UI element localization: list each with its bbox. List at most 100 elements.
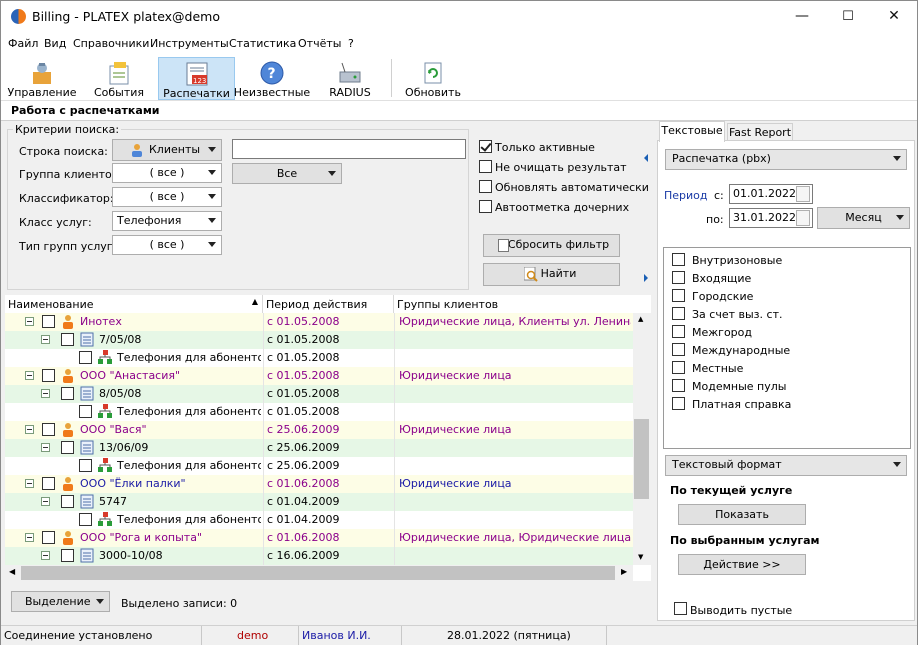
table-row[interactable]: 13/06/09 с 25.06.2009 [5,439,633,457]
call-type-checkbox[interactable] [672,325,685,338]
expand-left-icon[interactable] [642,153,650,163]
table-row[interactable]: 7/05/08 с 01.05.2008 [5,331,633,349]
menu-file[interactable]: Файл [8,37,38,50]
tab-fast-report[interactable]: Fast Report [727,123,793,141]
table-row[interactable]: Телефония для абонентов с 01.04.2009 [5,511,633,529]
printout-type-dropdown[interactable]: Распечатка (pbx) [665,149,907,170]
call-type-checkbox[interactable] [672,271,685,284]
find-button[interactable]: Найти [483,263,620,286]
tab-text[interactable]: Текстовые [659,121,725,142]
scrollbar-thumb[interactable] [21,566,615,580]
auto-mark-checkbox[interactable] [479,200,492,213]
output-empty-checkbox[interactable] [674,602,687,615]
scroll-down-icon[interactable]: ▼ [638,553,643,561]
vertical-scrollbar[interactable]: ▲ ▼ [633,313,651,565]
column-header-period[interactable]: Период действия [263,295,394,315]
client-group-filter-dropdown[interactable]: Все [232,163,342,184]
call-type-checkbox[interactable] [672,343,685,356]
call-type-checkbox[interactable] [672,379,685,392]
minimize-button[interactable]: — [779,1,825,33]
expand-right-icon[interactable] [642,273,650,283]
row-checkbox[interactable] [61,495,74,508]
row-checkbox[interactable] [42,315,55,328]
row-checkbox[interactable] [61,387,74,400]
classifier-dropdown[interactable]: ( все ) [112,187,222,207]
service-class-dropdown[interactable]: Телефония [112,211,222,231]
auto-update-checkbox[interactable] [479,180,492,193]
table-row[interactable]: ООО "Анастасия" с 01.05.2008 Юридические л… [5,367,633,385]
row-checkbox[interactable] [42,477,55,490]
no-clear-checkbox[interactable] [479,160,492,173]
row-checkbox[interactable] [79,405,92,418]
only-active-checkbox[interactable] [479,140,492,153]
period-from-input[interactable]: 01.01.2022 [729,184,813,204]
table-row[interactable]: Телефония для абонентов с 01.05.2008 [5,349,633,367]
table-row[interactable]: Телефония для абонентов с 01.05.2008 [5,403,633,421]
menu-tools[interactable]: Инструменты [150,37,229,50]
table-row[interactable]: 3000-10/08 с 16.06.2009 [5,547,633,565]
row-checkbox[interactable] [61,333,74,346]
period-to-input[interactable]: 31.01.2022 [729,208,813,228]
row-checkbox[interactable] [79,459,92,472]
call-type-checkbox[interactable] [672,361,685,374]
action-button[interactable]: Действие >> [678,554,806,575]
collapse-icon[interactable] [41,443,50,452]
column-header-groups[interactable]: Группы клиентов [394,295,651,315]
toolbar-printouts-button[interactable]: 123 Распечатки [158,57,235,100]
menu-references[interactable]: Справочники [73,37,149,50]
collapse-icon[interactable] [25,533,34,542]
collapse-icon[interactable] [41,497,50,506]
scrollbar-thumb[interactable] [634,419,649,499]
row-checkbox[interactable] [42,423,55,436]
close-button[interactable]: ✕ [871,1,917,33]
toolbar-events-button[interactable]: События [83,57,155,100]
collapse-icon[interactable] [41,335,50,344]
format-dropdown[interactable]: Текстовый формат [665,455,907,476]
row-checkbox[interactable] [42,531,55,544]
call-type-checkbox[interactable] [672,397,685,410]
call-type-checkbox[interactable] [672,253,685,266]
table-row[interactable]: ООО "Вася" с 25.06.2009 Юридические лица [5,421,633,439]
table-row[interactable]: 8/05/08 с 01.05.2008 [5,385,633,403]
show-button[interactable]: Показать [678,504,806,525]
toolbar-unknown-button[interactable]: ? Неизвестные [233,57,311,100]
period-unit-dropdown[interactable]: Месяц [817,207,910,229]
calendar-dropdown-icon[interactable] [796,186,810,202]
menu-reports[interactable]: Отчёты [298,37,341,50]
toolbar-refresh-button[interactable]: Обновить [397,57,469,100]
row-checkbox[interactable] [61,549,74,562]
menu-statistics[interactable]: Статистика [229,37,296,50]
table-row[interactable]: 5747 с 01.04.2009 [5,493,633,511]
client-group-dropdown[interactable]: ( все ) [112,163,222,183]
search-mode-dropdown[interactable]: Клиенты [112,139,222,161]
column-header-name[interactable]: Наименование ▲ [5,295,263,315]
search-input[interactable] [232,139,466,159]
row-checkbox[interactable] [42,369,55,382]
toolbar-management-button[interactable]: Управление [5,57,79,100]
row-checkbox[interactable] [79,513,92,526]
scroll-up-icon[interactable]: ▲ [638,315,643,323]
table-row[interactable]: Инотех с 01.05.2008 Юридические лица, Клие… [5,313,633,331]
table-row[interactable]: Телефония для абонентов с 25.06.2009 [5,457,633,475]
collapse-icon[interactable] [25,479,34,488]
horizontal-scrollbar[interactable]: ◀ ▶ [5,565,633,581]
collapse-icon[interactable] [25,425,34,434]
reset-filter-button[interactable]: Сбросить фильтр [483,234,620,257]
row-checkbox[interactable] [79,351,92,364]
collapse-icon[interactable] [41,551,50,560]
collapse-icon[interactable] [41,389,50,398]
calendar-dropdown-icon[interactable] [796,210,810,226]
call-type-checkbox[interactable] [672,289,685,302]
menu-help[interactable]: ? [348,37,354,50]
scroll-right-icon[interactable]: ▶ [621,567,627,576]
collapse-icon[interactable] [25,317,34,326]
table-row[interactable]: ООО "Ёлки палки" с 01.06.2008 Юридические … [5,475,633,493]
toolbar-radius-button[interactable]: RADIUS [313,57,387,100]
maximize-button[interactable]: ☐ [825,1,871,33]
selection-dropdown[interactable]: Выделение [11,591,110,612]
scroll-left-icon[interactable]: ◀ [9,567,15,576]
service-group-type-dropdown[interactable]: ( все ) [112,235,222,255]
call-type-checkbox[interactable] [672,307,685,320]
table-row[interactable]: ООО "Рога и копыта" с 01.06.2008 Юридическ… [5,529,633,547]
menu-view[interactable]: Вид [44,37,66,50]
